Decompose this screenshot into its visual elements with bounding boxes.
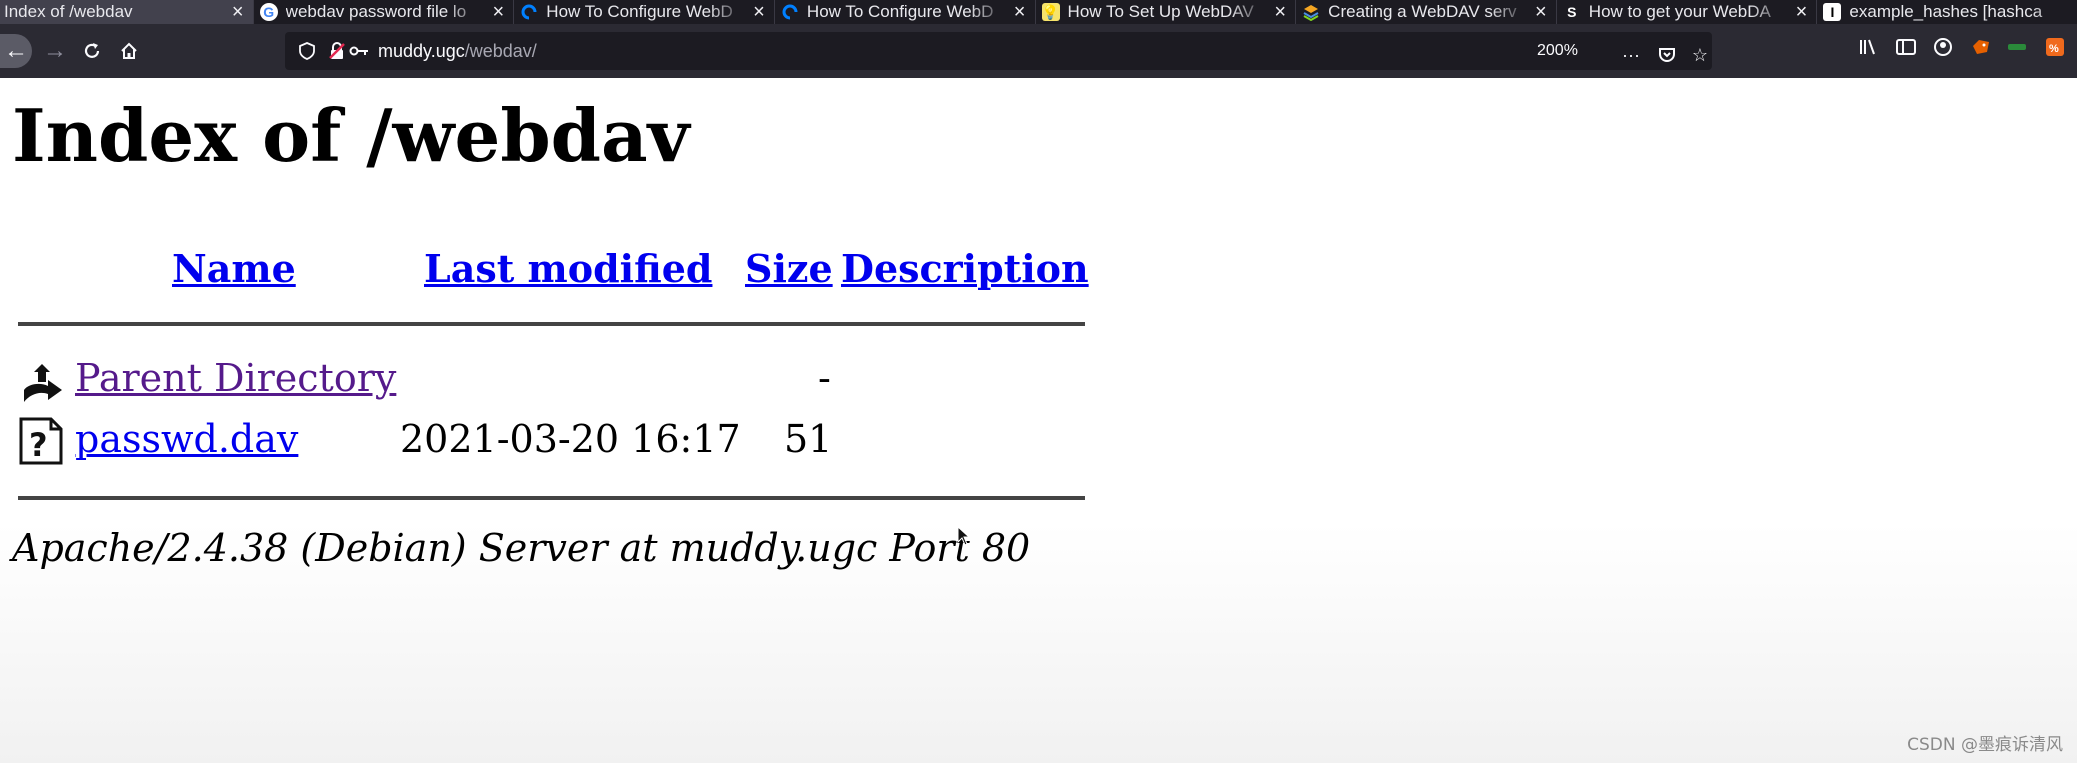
tab-title: How To Set Up WebDAV [1067, 2, 1254, 21]
tab-title: How To Configure WebD [806, 2, 994, 21]
page-content: Index of /webdav Name Last modified Size… [0, 78, 2077, 763]
extension-green-icon[interactable] [2005, 35, 2029, 59]
footer-divider [18, 496, 1085, 500]
column-header-name[interactable]: Name [172, 248, 296, 290]
permissions-key-icon[interactable] [349, 41, 369, 61]
tab-configure-webdav-1[interactable]: How To Configure WebD × [513, 0, 774, 24]
navigation-toolbar: ← → muddy.ugc/webdav/ 200% ··· ☆ % [0, 24, 2077, 78]
tab-set-up-webdav[interactable]: 💡 How To Set Up WebDAV × [1034, 0, 1296, 24]
mouse-pointer-icon [957, 526, 971, 546]
tab-configure-webdav-2[interactable]: How To Configure WebD × [773, 0, 1035, 24]
tab-title: webdav password file lo [285, 2, 467, 21]
close-tab-icon[interactable]: × [1269, 1, 1291, 24]
passwd-dav-link[interactable]: passwd.dav [75, 418, 298, 461]
foxyproxy-icon[interactable] [1969, 35, 1993, 59]
tab-webdav-password-file[interactable]: G webdav password file lo × [252, 0, 514, 24]
address-bar[interactable]: muddy.ugc/webdav/ 200% ··· ☆ [285, 32, 1712, 70]
header-divider [18, 322, 1085, 326]
google-icon: G [259, 3, 278, 21]
close-tab-icon[interactable]: × [1530, 1, 1552, 24]
digitalocean-icon [781, 3, 799, 21]
back-folder-icon [18, 360, 64, 410]
back-arrow-icon[interactable]: ← [0, 34, 32, 68]
column-header-last-modified[interactable]: Last modified [424, 248, 712, 290]
page-actions-ellipsis-icon[interactable]: ··· [1619, 43, 1643, 67]
svg-text:?: ? [29, 426, 48, 464]
digitalocean-icon [520, 3, 538, 21]
tab-title: Creating a WebDAV serv [1328, 2, 1517, 21]
shield-icon[interactable] [297, 41, 317, 61]
tab-get-your-webdav[interactable]: S How to get your WebDA × [1555, 0, 1817, 24]
passwd-dav-modified: 2021-03-20 16:17 [400, 417, 741, 461]
parent-directory-link[interactable]: Parent Directory [75, 357, 396, 400]
parent-directory-size: - [818, 356, 831, 400]
unknown-file-icon: ? [18, 416, 64, 466]
close-tab-icon[interactable]: × [748, 1, 770, 24]
s-icon: S [1567, 4, 1577, 20]
tab-title: How To Configure WebD [546, 2, 733, 21]
column-header-size[interactable]: Size [745, 248, 833, 290]
account-icon[interactable] [1931, 35, 1955, 59]
svg-text:%: % [2049, 43, 2059, 55]
url-path: /webdav/ [464, 41, 537, 61]
pocket-icon[interactable] [1655, 43, 1679, 67]
watermark: CSDN @墨痕诉清风 [1907, 735, 2063, 755]
tab-title: Index of /webdav [4, 2, 133, 21]
close-tab-icon[interactable]: × [1009, 1, 1031, 24]
tab-strip: Index of /webdav × G webdav password fil… [0, 0, 2077, 24]
bookmark-star-icon[interactable]: ☆ [1688, 43, 1712, 67]
close-tab-icon[interactable]: × [1790, 1, 1812, 24]
tab-creating-webdav-server[interactable]: Creating a WebDAV serv × [1295, 0, 1556, 24]
tab-title: example_hashes [hashca [1849, 2, 2043, 21]
library-icon[interactable] [1856, 35, 1880, 59]
close-tab-icon[interactable]: × [487, 1, 509, 24]
lightbulb-icon: 💡 [1041, 3, 1060, 21]
passwd-dav-size: 51 [784, 417, 833, 461]
url-host: muddy.ugc [378, 41, 465, 61]
page-title: Index of /webdav [12, 93, 690, 178]
server-signature: Apache/2.4.38 (Debian) Server at muddy.u… [12, 526, 1031, 570]
reload-icon[interactable] [75, 34, 109, 68]
url-text[interactable]: muddy.ugc/webdav/ [378, 41, 537, 62]
close-tab-icon[interactable]: × [227, 1, 249, 24]
zoom-level[interactable]: 200% [1537, 42, 1578, 60]
sidebar-icon[interactable] [1894, 35, 1918, 59]
tab-example-hashes[interactable]: I example_hashes [hashca [1816, 0, 2077, 24]
hackbar-icon[interactable]: % [2043, 35, 2067, 59]
insecure-lock-icon[interactable] [327, 41, 347, 61]
forward-arrow-icon[interactable]: → [38, 34, 72, 68]
stack-icon [1302, 3, 1320, 21]
tab-title: How to get your WebDA [1588, 2, 1771, 21]
home-icon[interactable] [112, 34, 146, 68]
tab-index-of-webdav[interactable]: Index of /webdav × [0, 0, 253, 24]
column-header-description[interactable]: Description [841, 248, 1089, 290]
hashcat-icon: I [1823, 3, 1842, 21]
